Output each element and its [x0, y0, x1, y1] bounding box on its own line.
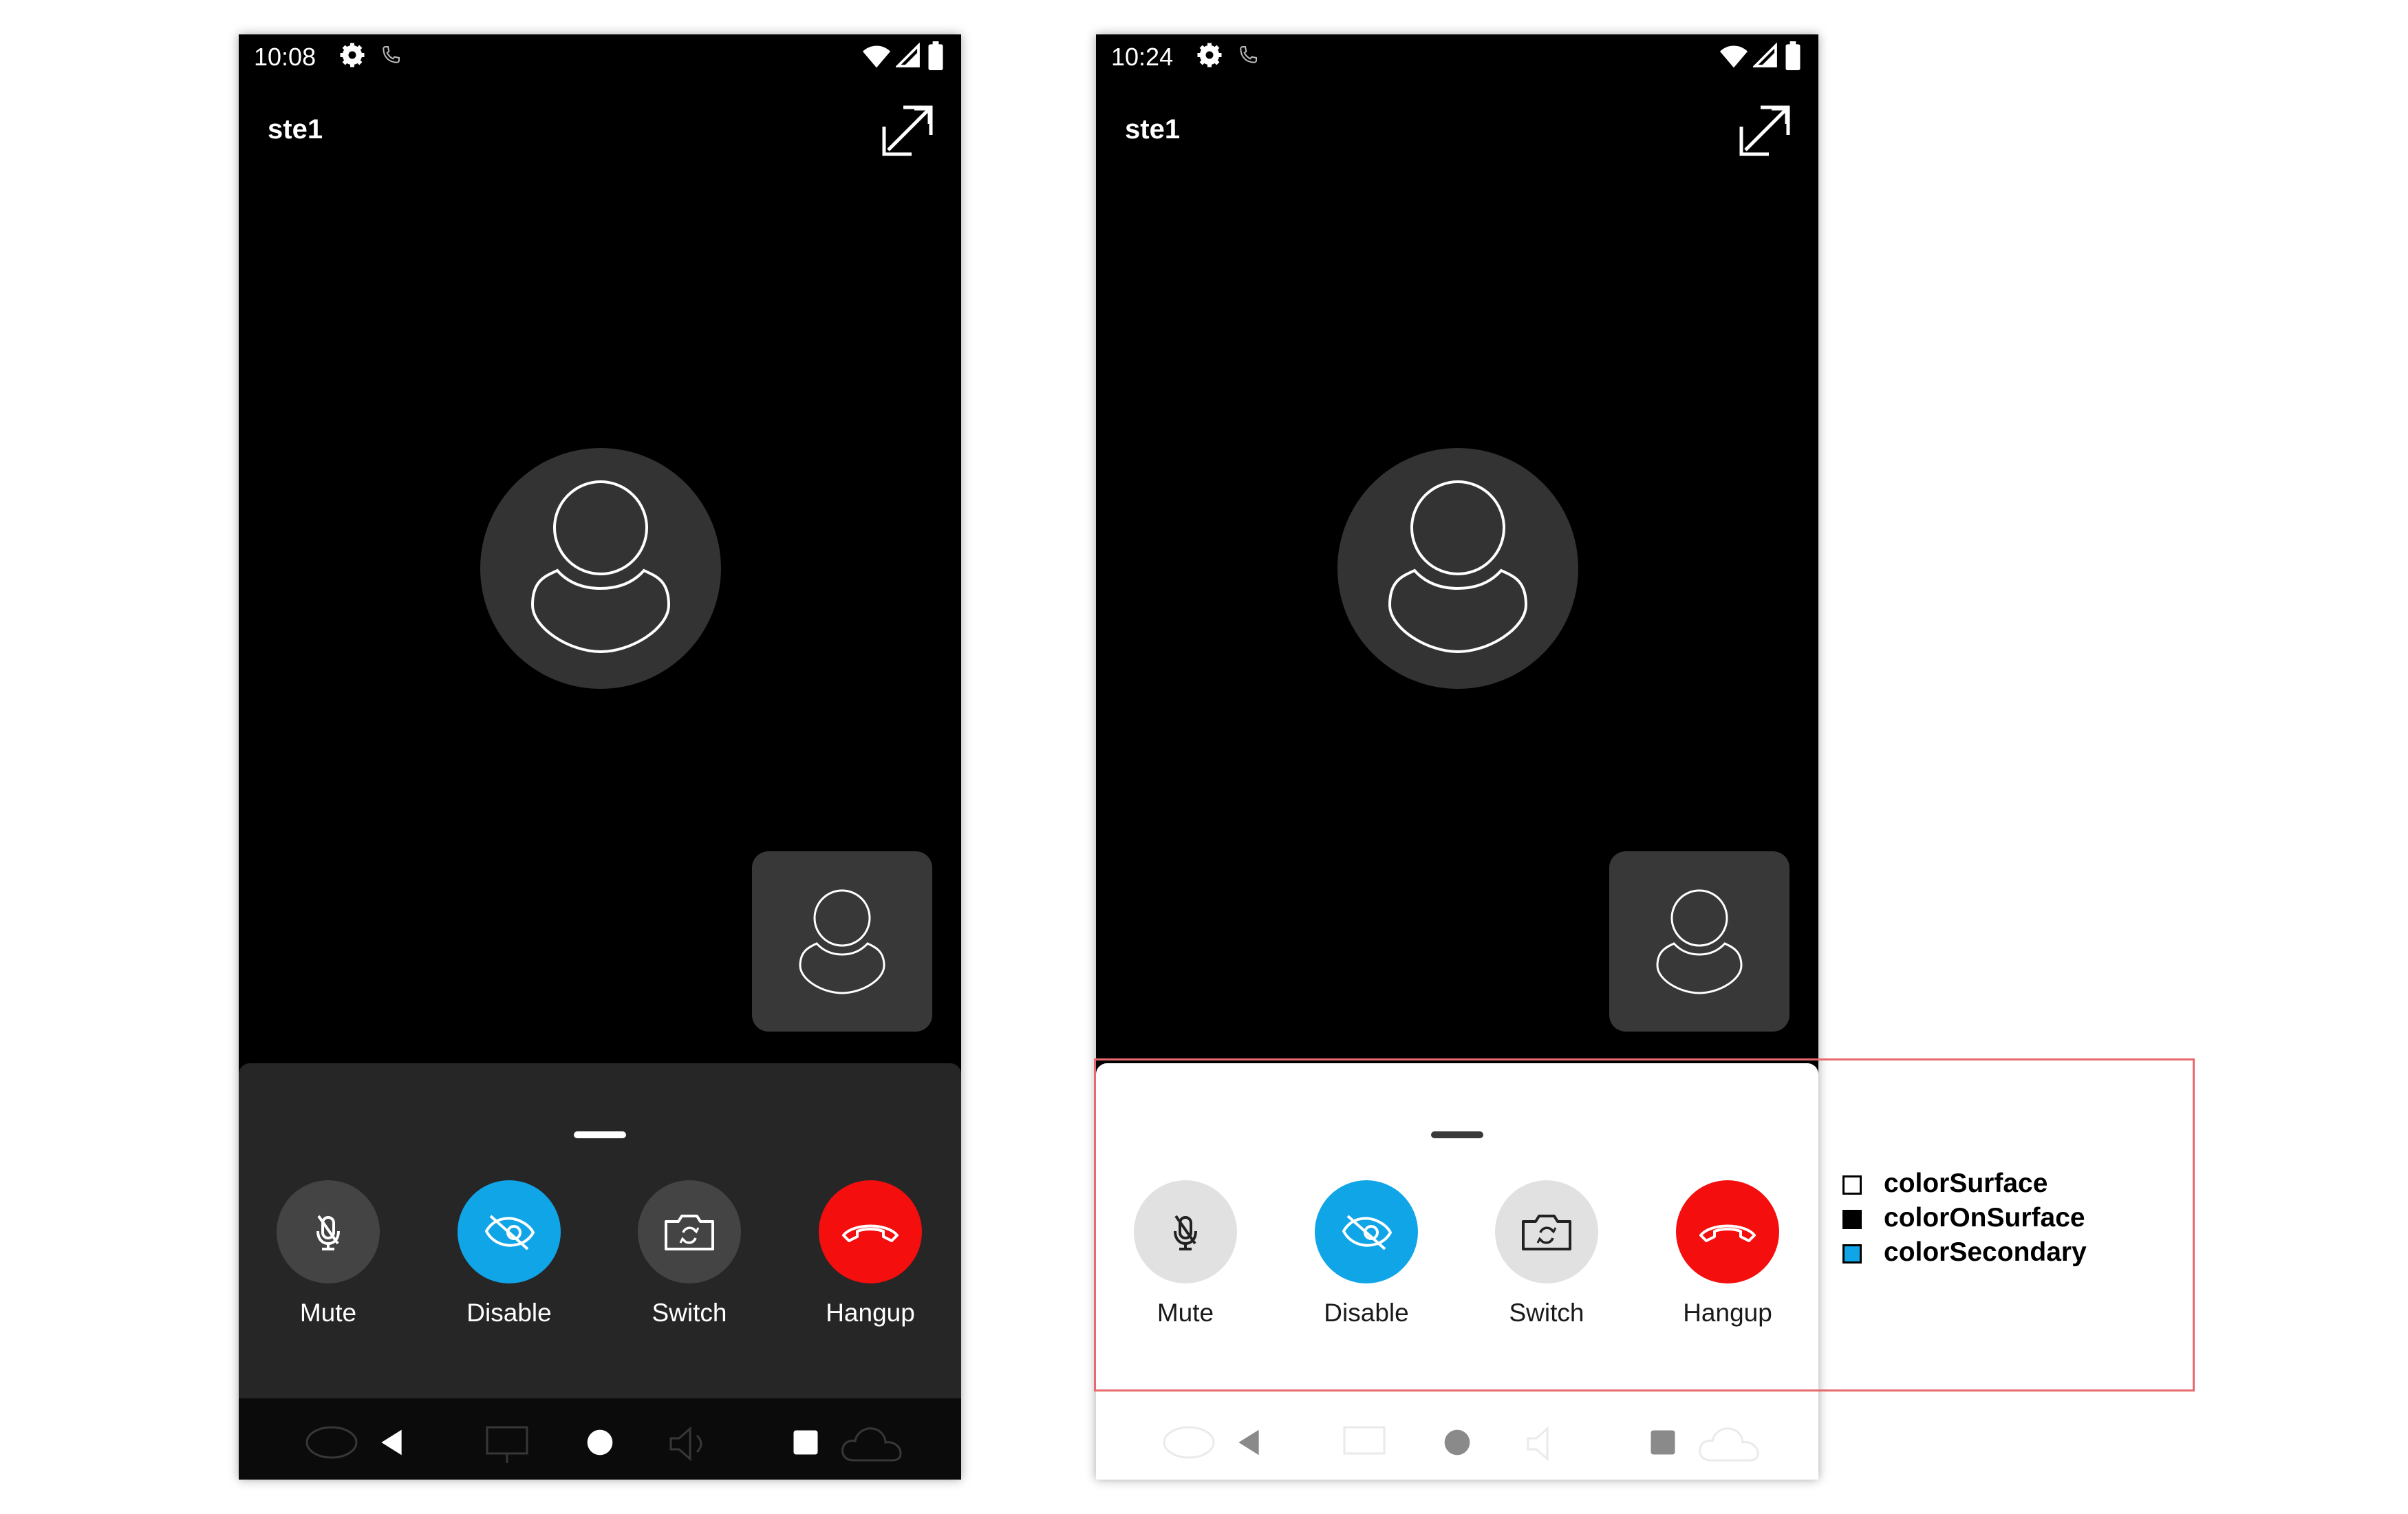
- wifi-icon: [863, 45, 890, 68]
- presentation-ghost-icon: [486, 1426, 528, 1463]
- call-controls-sheet: Mute Disable Switch Hangup: [239, 1063, 961, 1398]
- hangup-button-circle[interactable]: [819, 1180, 922, 1283]
- legend-swatch: [1842, 1175, 1862, 1195]
- camera-switch-icon: [665, 1215, 714, 1250]
- legend-label: colorSurface: [1884, 1169, 2048, 1198]
- settings-gear-icon: [340, 43, 365, 67]
- battery-icon: [1785, 41, 1800, 70]
- cloud-upload-ghost-icon: [1699, 1427, 1759, 1462]
- disable-label: Disable: [466, 1299, 552, 1327]
- sheet-drag-handle[interactable]: [574, 1131, 626, 1138]
- back-nav-icon[interactable]: [1234, 1427, 1264, 1458]
- user-icon: [530, 480, 671, 654]
- cloud-upload-ghost-icon: [841, 1427, 902, 1462]
- back-nav-icon[interactable]: [376, 1427, 407, 1458]
- recents-nav-icon[interactable]: [1648, 1428, 1677, 1457]
- phone-screen-dark: 10:08 ste1 Mute Disable Switch Hangup: [239, 34, 961, 1480]
- home-nav-icon[interactable]: [585, 1427, 615, 1458]
- hangup-phone-icon: [842, 1224, 899, 1242]
- status-bar: 10:24: [1096, 34, 1818, 83]
- hangup-button[interactable]: Hangup: [819, 1180, 922, 1328]
- phone-call-icon: [383, 46, 400, 63]
- remote-avatar: [480, 448, 721, 689]
- mute-button[interactable]: Mute: [277, 1180, 380, 1328]
- user-icon: [799, 889, 885, 994]
- call-title: ste1: [1125, 114, 1181, 145]
- battery-icon: [928, 41, 943, 70]
- remote-avatar: [1337, 448, 1578, 689]
- status-time: 10:24: [1111, 43, 1174, 71]
- switch-camera-button[interactable]: Switch: [638, 1180, 741, 1328]
- speaker-ghost-icon: [1527, 1426, 1549, 1462]
- user-icon: [1656, 889, 1743, 994]
- status-time: 10:08: [254, 43, 316, 71]
- self-preview-avatar[interactable]: [752, 851, 932, 1032]
- recents-nav-icon[interactable]: [791, 1428, 820, 1457]
- phone-call-icon: [1240, 46, 1257, 63]
- chat-ghost-icon: [1163, 1426, 1215, 1459]
- legend-swatch: [1842, 1210, 1862, 1229]
- legend-swatch: [1842, 1244, 1862, 1264]
- legend-label: colorOnSurface: [1884, 1203, 2085, 1233]
- system-nav-bar: [1096, 1398, 1818, 1480]
- user-icon: [1388, 480, 1528, 654]
- legend-label: colorSecondary: [1884, 1237, 2087, 1267]
- chat-ghost-icon: [305, 1426, 358, 1459]
- status-bar: 10:08: [239, 34, 961, 83]
- switch-camera-button-circle[interactable]: [638, 1180, 741, 1283]
- wifi-icon: [1720, 45, 1748, 68]
- home-nav-icon[interactable]: [1442, 1427, 1472, 1458]
- mic-off-icon: [316, 1215, 340, 1250]
- expand-window-icon[interactable]: [1737, 103, 1792, 158]
- presentation-ghost-icon: [1343, 1426, 1386, 1455]
- settings-gear-icon: [1197, 43, 1222, 67]
- video-off-icon: [484, 1215, 535, 1250]
- call-title: ste1: [268, 114, 323, 145]
- system-nav-bar: [239, 1398, 961, 1480]
- disable-video-button[interactable]: Disable: [458, 1180, 561, 1328]
- signal-icon: [1753, 43, 1777, 67]
- mute-button-circle[interactable]: [277, 1180, 380, 1283]
- switch-label: Switch: [652, 1299, 727, 1327]
- disable-video-button-circle[interactable]: [458, 1180, 561, 1283]
- expand-window-icon[interactable]: [880, 103, 935, 158]
- hangup-label: Hangup: [826, 1299, 915, 1327]
- signal-icon: [896, 43, 920, 67]
- self-preview-avatar[interactable]: [1609, 851, 1789, 1032]
- mute-label: Mute: [299, 1299, 357, 1327]
- speaker-ghost-icon: [669, 1426, 702, 1462]
